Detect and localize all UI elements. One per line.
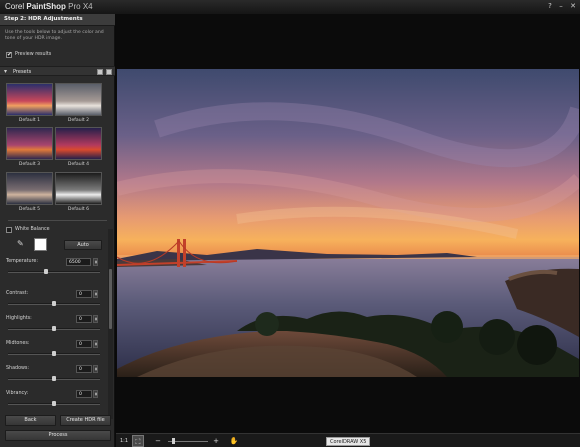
presets-section-header[interactable]: ▾ Presets — [0, 66, 115, 76]
contrast-slider-thumb[interactable] — [52, 301, 56, 306]
title-bar: Corel PaintShop Pro X4 ? – ✕ — [0, 0, 580, 14]
back-button[interactable]: Back — [5, 415, 56, 426]
midtones-label: Midtones: — [6, 341, 30, 346]
vibrancy-slider-thumb[interactable] — [52, 401, 56, 406]
shadows-slider-thumb[interactable] — [52, 376, 56, 381]
vibrancy-slider[interactable] — [8, 401, 100, 406]
pan-hand-icon[interactable]: ✋ — [228, 435, 240, 447]
close-button[interactable]: ✕ — [569, 2, 577, 10]
vibrancy-spinner[interactable] — [93, 390, 98, 398]
delete-preset-icon[interactable] — [106, 69, 112, 75]
collapse-icon[interactable]: ▾ — [4, 68, 7, 75]
vibrancy-input[interactable]: 0 — [76, 390, 92, 398]
preset-label: Default 5 — [18, 207, 41, 212]
vibrancy-label: Vibrancy: — [6, 391, 29, 396]
taskbar-tooltip: CorelDRAW X5 — [326, 437, 371, 446]
midtones-slider[interactable] — [8, 351, 100, 356]
contrast-slider[interactable] — [8, 301, 100, 306]
hdr-adjustments-panel: Step 2: HDR Adjustments Use the tools be… — [0, 14, 115, 447]
shadows-spinner[interactable] — [93, 365, 98, 373]
preview-results-label: Preview results — [15, 52, 52, 57]
zoom-slider-thumb[interactable] — [172, 438, 175, 444]
preset-label: Default 1 — [18, 118, 41, 123]
highlights-input[interactable]: 0 — [76, 315, 92, 323]
preset-label: Default 6 — [67, 207, 90, 212]
step-title: Step 2: HDR Adjustments — [0, 14, 115, 26]
contrast-label: Contrast: — [6, 291, 29, 296]
brand-name: PaintShop — [26, 2, 66, 11]
white-balance-label: White Balance — [15, 227, 50, 232]
brand-suffix: Pro X4 — [68, 2, 93, 11]
preset-thumbnail[interactable] — [55, 127, 102, 160]
preset-label: Default 4 — [67, 162, 90, 167]
contrast-input[interactable]: 0 — [76, 290, 92, 298]
process-button[interactable]: Process — [5, 430, 111, 441]
help-button[interactable]: ? — [546, 2, 554, 10]
preset-label: Default 3 — [18, 162, 41, 167]
golden-gate-sunset-image — [117, 69, 579, 377]
hdr-photo-preview[interactable] — [117, 69, 579, 377]
midtones-spinner[interactable] — [93, 340, 98, 348]
presets-title: Presets — [13, 69, 32, 75]
shadows-slider[interactable] — [8, 376, 100, 381]
create-hdr-file-button[interactable]: Create HDR file — [60, 415, 111, 426]
temperature-input[interactable]: 6500 — [66, 258, 91, 266]
panel-scrollbar-thumb[interactable] — [109, 269, 112, 329]
divider — [8, 220, 107, 224]
temperature-slider[interactable] — [8, 269, 100, 274]
auto-button[interactable]: Auto — [64, 240, 102, 250]
image-workspace — [116, 14, 580, 433]
midtones-input[interactable]: 0 — [76, 340, 92, 348]
intro-text: Use the tools below to adjust the color … — [5, 30, 104, 41]
fit-to-window-button[interactable]: ⛶ — [132, 435, 144, 447]
midtones-slider-thumb[interactable] — [52, 351, 56, 356]
save-preset-icon[interactable] — [97, 69, 103, 75]
preview-results-checkbox[interactable] — [6, 51, 12, 58]
eyedropper-icon[interactable]: ✎ — [17, 239, 24, 248]
highlights-slider[interactable] — [8, 326, 100, 331]
highlights-label: Highlights: — [6, 316, 32, 321]
highlights-spinner[interactable] — [93, 315, 98, 323]
zoom-out-icon[interactable]: − — [152, 435, 164, 447]
temperature-slider-thumb[interactable] — [44, 269, 48, 274]
highlights-slider-thumb[interactable] — [52, 326, 56, 331]
shadows-input[interactable]: 0 — [76, 365, 92, 373]
panel-scrollbar[interactable] — [108, 229, 113, 419]
brand-corel: Corel — [5, 2, 25, 11]
temperature-spinner[interactable] — [93, 258, 98, 266]
contrast-spinner[interactable] — [93, 290, 98, 298]
white-balance-checkbox[interactable] — [6, 227, 12, 233]
preset-thumbnail[interactable] — [55, 83, 102, 116]
zoom-in-icon[interactable]: + — [210, 435, 222, 447]
minimize-button[interactable]: – — [557, 2, 565, 10]
preset-thumbnail[interactable] — [55, 172, 102, 205]
actual-size-button[interactable]: 1:1 — [118, 435, 130, 447]
app-title: Corel PaintShop Pro X4 — [5, 2, 93, 11]
shadows-label: Shadows: — [6, 366, 30, 371]
preset-label: Default 2 — [67, 118, 90, 123]
temperature-label: Temperature: — [6, 259, 39, 264]
preset-thumbnail[interactable] — [6, 83, 53, 116]
preset-thumbnail[interactable] — [6, 172, 53, 205]
preset-thumbnail[interactable] — [6, 127, 53, 160]
white-point-swatch[interactable] — [34, 238, 47, 251]
